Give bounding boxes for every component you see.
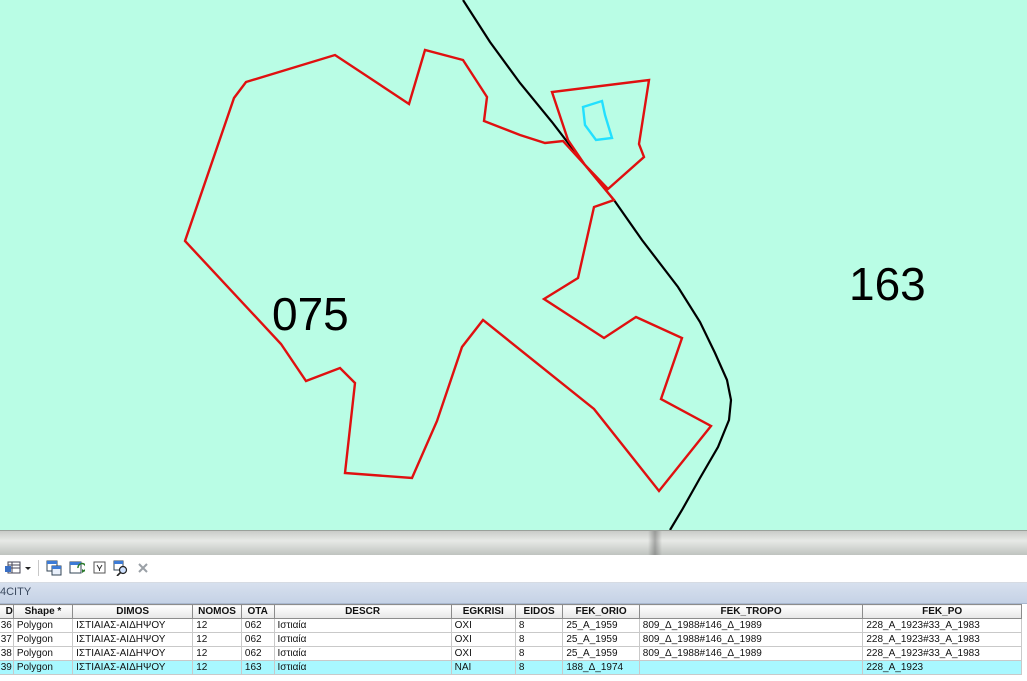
column-header-fid[interactable]: D <box>0 604 14 619</box>
cell-fek-orio: 25_A_1959 <box>562 618 640 633</box>
cell-shape: Polygon <box>12 618 74 633</box>
boundary-line-ghost <box>648 531 662 555</box>
table-tab-bar: 4CITY <box>0 583 1027 604</box>
cell-ota: 163 <box>240 660 275 675</box>
window-splitter[interactable] <box>0 530 1027 555</box>
cell-eidos: 8 <box>514 646 564 661</box>
cell-fek-orio: 25_A_1959 <box>562 632 640 647</box>
cell-egkrisi: ΟΧΙ <box>450 618 516 633</box>
cell-fek-tropo: 809_Δ_1988#146_Δ_1989 <box>638 646 864 661</box>
cell-fek-po: 228_A_1923#33_A_1983 <box>862 632 1022 647</box>
column-header-eidos[interactable]: EIDOS <box>514 604 564 619</box>
column-header-descr[interactable]: DESCR <box>273 604 452 619</box>
table-row[interactable]: 38 Polygon ΙΣΤΙΑΙΑΣ-ΑΙΔΗΨΟΥ 12 062 Ιστια… <box>0 646 1022 661</box>
column-header-egkrisi[interactable]: EGKRISI <box>450 604 516 619</box>
select-by-attributes-icon[interactable] <box>45 559 63 577</box>
selected-parcel-outline[interactable] <box>581 99 614 142</box>
cell-eidos: 8 <box>514 618 564 633</box>
cell-shape: Polygon <box>12 632 74 647</box>
cell-dimos: ΙΣΤΙΑΙΑΣ-ΑΙΔΗΨΟΥ <box>72 618 194 633</box>
column-header-fek-tropo[interactable]: FEK_TROPO <box>638 604 864 619</box>
cell-nomos: 12 <box>192 632 242 647</box>
cell-fek-orio: 188_Δ_1974 <box>562 660 640 675</box>
map-canvas[interactable]: 075 163 <box>0 0 1027 530</box>
cell-egkrisi: ΟΧΙ <box>450 632 516 647</box>
table-row[interactable]: 37 Polygon ΙΣΤΙΑΙΑΣ-ΑΙΔΗΨΟΥ 12 062 Ιστια… <box>0 632 1022 647</box>
parcel-label-075: 075 <box>272 288 349 340</box>
cell-dimos: ΙΣΤΙΑΙΑΣ-ΑΙΔΗΨΟΥ <box>72 660 194 675</box>
table-header-row: D Shape * DIMOS NOMOS OTA DESCR EGKRISI … <box>0 604 1022 619</box>
cell-shape: Polygon <box>12 660 74 675</box>
cell-egkrisi: ΟΧΙ <box>450 646 516 661</box>
column-header-fek-po[interactable]: FEK_PO <box>862 604 1022 619</box>
cell-fek-orio: 25_A_1959 <box>562 646 640 661</box>
cell-fek-tropo: 809_Δ_1988#146_Δ_1989 <box>638 632 864 647</box>
column-header-fek-orio[interactable]: FEK_ORIO <box>562 604 640 619</box>
cell-fid: 38 <box>0 646 14 661</box>
cell-descr: Ιστιαία <box>273 660 452 675</box>
parcel-075-outline[interactable] <box>183 48 713 493</box>
table-toolbar <box>0 555 1027 583</box>
zoom-to-selected-icon[interactable] <box>112 559 130 577</box>
switch-selection-icon[interactable] <box>68 559 86 577</box>
cell-fid: 39 <box>0 660 14 675</box>
cell-fek-po: 228_A_1923#33_A_1983 <box>862 618 1022 633</box>
cell-nomos: 12 <box>192 660 242 675</box>
table-row[interactable]: 36 Polygon ΙΣΤΙΑΙΑΣ-ΑΙΔΗΨΟΥ 12 062 Ιστια… <box>0 618 1022 633</box>
clear-selection-icon[interactable] <box>91 559 109 577</box>
cell-descr: Ιστιαία <box>273 632 452 647</box>
cell-ota: 062 <box>240 618 275 633</box>
column-header-ota[interactable]: OTA <box>240 604 275 619</box>
column-header-dimos[interactable]: DIMOS <box>72 604 194 619</box>
cell-descr: Ιστιαία <box>273 618 452 633</box>
cell-fek-tropo: 809_Δ_1988#146_Δ_1989 <box>638 618 864 633</box>
cell-fek-po: 228_A_1923 <box>862 660 1022 675</box>
attribute-table: D Shape * DIMOS NOMOS OTA DESCR EGKRISI … <box>0 604 1027 681</box>
cell-ota: 062 <box>240 632 275 647</box>
table-options-icon[interactable] <box>3 559 33 577</box>
cell-fek-tropo <box>638 660 864 675</box>
cell-ota: 062 <box>240 646 275 661</box>
cell-nomos: 12 <box>192 618 242 633</box>
cell-fid: 36 <box>0 618 14 633</box>
cell-eidos: 8 <box>514 660 564 675</box>
cell-eidos: 8 <box>514 632 564 647</box>
cell-nomos: 12 <box>192 646 242 661</box>
cell-dimos: ΙΣΤΙΑΙΑΣ-ΑΙΔΗΨΟΥ <box>72 632 194 647</box>
delete-selected-icon[interactable] <box>134 559 152 577</box>
column-header-shape[interactable]: Shape * <box>12 604 74 619</box>
cell-dimos: ΙΣΤΙΑΙΑΣ-ΑΙΔΗΨΟΥ <box>72 646 194 661</box>
cell-fid: 37 <box>0 632 14 647</box>
table-title[interactable]: 4CITY <box>0 586 31 598</box>
cell-descr: Ιστιαία <box>273 646 452 661</box>
parcel-label-163: 163 <box>849 258 926 310</box>
attribute-grid: D Shape * DIMOS NOMOS OTA DESCR EGKRISI … <box>0 604 1022 675</box>
cell-shape: Polygon <box>12 646 74 661</box>
column-header-nomos[interactable]: NOMOS <box>192 604 242 619</box>
table-row-selected[interactable]: 39 Polygon ΙΣΤΙΑΙΑΣ-ΑΙΔΗΨΟΥ 12 163 Ιστια… <box>0 660 1022 675</box>
cell-egkrisi: ΝΑΙ <box>450 660 516 675</box>
cell-fek-po: 228_A_1923#33_A_1983 <box>862 646 1022 661</box>
